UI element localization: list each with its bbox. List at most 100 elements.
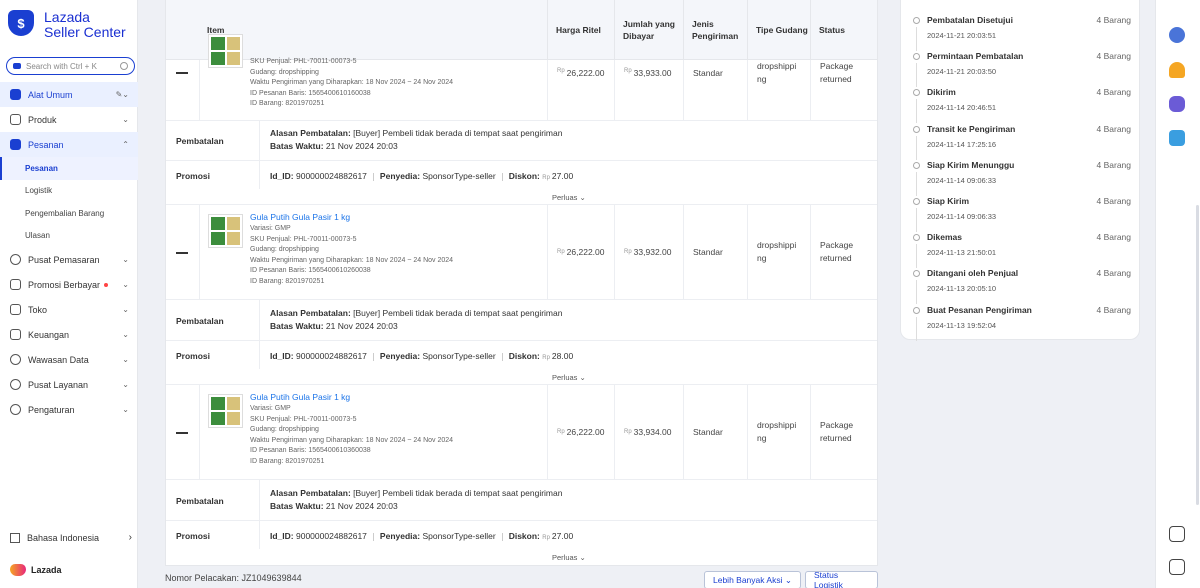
ads-icon bbox=[10, 279, 21, 290]
chevron-down-icon: ⌄ bbox=[122, 280, 129, 289]
sidebar-nav: Alat Umum ✎⌄ Produk ⌄ Pesanan ⌃ Pesanan … bbox=[0, 82, 138, 422]
scrollbar[interactable] bbox=[1196, 205, 1199, 505]
sidebar-item-pusat-layanan[interactable]: Pusat Layanan ⌄ bbox=[0, 372, 138, 397]
sidebar-item-alat-umum[interactable]: Alat Umum ✎⌄ bbox=[0, 82, 138, 107]
status-timeline: Pembatalan Disetujui 4 Barang 2024-11-21 2… bbox=[900, 0, 1140, 341]
brand-logo[interactable]: $ Lazada Seller Center bbox=[8, 10, 126, 40]
promosi-label: Promosi bbox=[176, 531, 211, 541]
chevron-right-icon: › bbox=[128, 532, 132, 543]
timeline-time: 2024-11-13 20:05:10 bbox=[927, 284, 997, 294]
promotion-row: Promosi Id_ID: 900000024882617 Penyedia: … bbox=[166, 341, 877, 385]
sidebar-item-wawasan-data[interactable]: Wawasan Data ⌄ bbox=[0, 347, 138, 372]
sidebar-item-pusat-pemasaran[interactable]: Pusat Pemasaran ⌄ bbox=[0, 247, 138, 272]
cancellation-text: Alasan Pembatalan: [Buyer] Pembeli tidak… bbox=[270, 308, 563, 331]
timeline-time: 2024-11-14 20:46:51 bbox=[927, 103, 997, 113]
jenis-cell: Standar bbox=[683, 205, 747, 299]
timeline-status: Permintaan Pembatalan bbox=[927, 51, 1024, 62]
sidebar-item-toko[interactable]: Toko ⌄ bbox=[0, 297, 138, 322]
timeline-connector bbox=[916, 99, 917, 124]
timeline-time: 2024-11-21 20:03:50 bbox=[927, 67, 997, 77]
expand-link[interactable]: Perluas ⌄ bbox=[552, 373, 586, 382]
item-sku: SKU Penjual: PHL-70011-00073-5 bbox=[250, 235, 357, 243]
product-name-link[interactable]: Gula Putih Gula Pasir 1 kg bbox=[250, 391, 453, 404]
product-name-link[interactable]: Gula Putih Gula Pasir 1 kg bbox=[250, 211, 453, 224]
language-icon bbox=[10, 532, 20, 543]
edit-chevron-icon[interactable]: ✎⌄ bbox=[116, 90, 129, 99]
harga-cell: Rp 26,222.00 bbox=[547, 205, 614, 299]
language-selector[interactable]: Bahasa Indonesia › bbox=[10, 532, 132, 543]
sidebar-item-pengaturan[interactable]: Pengaturan ⌄ bbox=[0, 397, 138, 422]
expand-link[interactable]: Perluas ⌄ bbox=[552, 193, 586, 202]
expand-link[interactable]: Perluas ⌄ bbox=[552, 553, 586, 562]
more-actions-button[interactable]: Lebih Banyak Aksi ⌄ bbox=[704, 571, 801, 588]
sidebar-item-pesanan[interactable]: Pesanan ⌃ bbox=[0, 132, 138, 157]
table-row: SKU Penjual: PHL-70011-00073-5 Gudang: d… bbox=[166, 34, 877, 121]
timeline-time: 2024-11-21 20:03:51 bbox=[927, 31, 997, 40]
lazada-heart-icon bbox=[10, 564, 26, 576]
timeline-time: 2024-11-14 09:06:33 bbox=[927, 175, 997, 185]
timeline-connector bbox=[916, 280, 917, 305]
collapse-icon[interactable] bbox=[176, 432, 188, 434]
timeline-count: 4 Barang bbox=[1096, 232, 1132, 243]
chat-icon[interactable] bbox=[1169, 27, 1185, 43]
sidebar-subitem-pesanan[interactable]: Pesanan bbox=[0, 157, 138, 180]
collapse-icon[interactable] bbox=[176, 252, 188, 254]
timeline-dot-icon bbox=[913, 53, 920, 61]
brand-subtitle: Seller Center bbox=[44, 24, 126, 40]
item-waktu: Waktu Pengiriman yang Diharapkan: 18 Nov… bbox=[250, 79, 454, 86]
timeline-connector bbox=[916, 171, 917, 196]
item-id-pesanan: ID Pesanan Baris: 1565400610260038 bbox=[250, 267, 371, 274]
settings-icon bbox=[10, 404, 21, 415]
timeline-count: 4 Barang bbox=[1096, 15, 1132, 25]
chevron-down-icon: ⌄ bbox=[579, 373, 586, 382]
promosi-label: Promosi bbox=[176, 171, 211, 181]
chevron-down-icon: ⌄ bbox=[122, 115, 129, 124]
col-harga: Harga Ritel bbox=[547, 0, 614, 60]
collapse-icon[interactable] bbox=[176, 72, 188, 74]
logout-icon[interactable] bbox=[1169, 526, 1185, 542]
sidebar-item-label: Produk bbox=[28, 114, 57, 125]
logistics-status-button[interactable]: Status Logistik bbox=[805, 570, 878, 588]
timeline-connector bbox=[916, 316, 917, 341]
item-gudang: Gudang: dropshipping bbox=[250, 246, 319, 253]
tracking-bar: Nomor Pelacakan: JZ1049639844 Lebih Bany… bbox=[165, 570, 878, 588]
timeline-status: Buat Pesanan Pengiriman bbox=[927, 304, 1032, 315]
community-icon[interactable] bbox=[1169, 96, 1185, 112]
timeline-dot-icon bbox=[913, 125, 920, 133]
item-info: SKU Penjual: PHL-70011-00073-5 Gudang: d… bbox=[250, 57, 453, 110]
store-icon bbox=[10, 304, 21, 315]
table-header: Item Harga Ritel Jumlah yang Dibayar Jen… bbox=[166, 0, 877, 60]
chevron-down-icon: ⌄ bbox=[122, 330, 129, 339]
timeline-dot-icon bbox=[913, 89, 920, 97]
chevron-down-icon: ⌄ bbox=[122, 305, 129, 314]
search-input[interactable]: Search with Ctrl + K bbox=[6, 57, 135, 75]
edit-icon[interactable] bbox=[1169, 559, 1185, 575]
finance-icon bbox=[10, 329, 21, 340]
item-variasi: Variasi: GMP bbox=[250, 225, 291, 232]
sidebar-subitem-logistik[interactable]: Logistik bbox=[0, 180, 138, 203]
pembatalan-label: Pembatalan bbox=[176, 316, 224, 326]
sidebar-subitem-ulasan[interactable]: Ulasan bbox=[0, 225, 138, 248]
timeline-connector bbox=[916, 63, 917, 88]
item-gudang: Gudang: dropshipping bbox=[250, 426, 319, 433]
promotion-row: Promosi Id_ID: 900000024882617 Penyedia: … bbox=[166, 161, 877, 205]
upload-icon[interactable] bbox=[1169, 130, 1185, 146]
col-tipe: Tipe Gudang bbox=[747, 0, 810, 60]
orders-icon bbox=[10, 139, 21, 150]
item-gudang: Gudang: dropshipping bbox=[250, 68, 319, 76]
sidebar-item-produk[interactable]: Produk ⌄ bbox=[0, 107, 138, 132]
sidebar-item-keuangan[interactable]: Keuangan ⌄ bbox=[0, 322, 138, 347]
item-info: Gula Putih Gula Pasir 1 kg Variasi: GMP … bbox=[250, 391, 453, 467]
notification-bell-icon[interactable] bbox=[1169, 62, 1185, 78]
cancellation-text: Alasan Pembatalan: [Buyer] Pembeli tidak… bbox=[270, 128, 563, 151]
sidebar-item-label: Keuangan bbox=[28, 329, 70, 340]
right-rail bbox=[1155, 0, 1200, 588]
table-row: Gula Putih Gula Pasir 1 kg Variasi: GMP … bbox=[166, 385, 877, 480]
sidebar-subitem-pengembalian[interactable]: Pengembalian Barang bbox=[0, 202, 138, 225]
timeline-status: Siap Kirim Menunggu bbox=[927, 159, 1015, 170]
sidebar-item-promosi-berbayar[interactable]: Promosi Berbayar ⌄ bbox=[0, 272, 138, 297]
promotion-text: Id_ID: 900000024882617 Penyedia: SponsorT… bbox=[270, 351, 574, 361]
item-waktu: Waktu Pengiriman yang Diharapkan: 18 Nov… bbox=[250, 256, 454, 264]
timeline-time: 2024-11-14 17:25:16 bbox=[927, 139, 997, 149]
timeline-connector bbox=[916, 244, 917, 269]
